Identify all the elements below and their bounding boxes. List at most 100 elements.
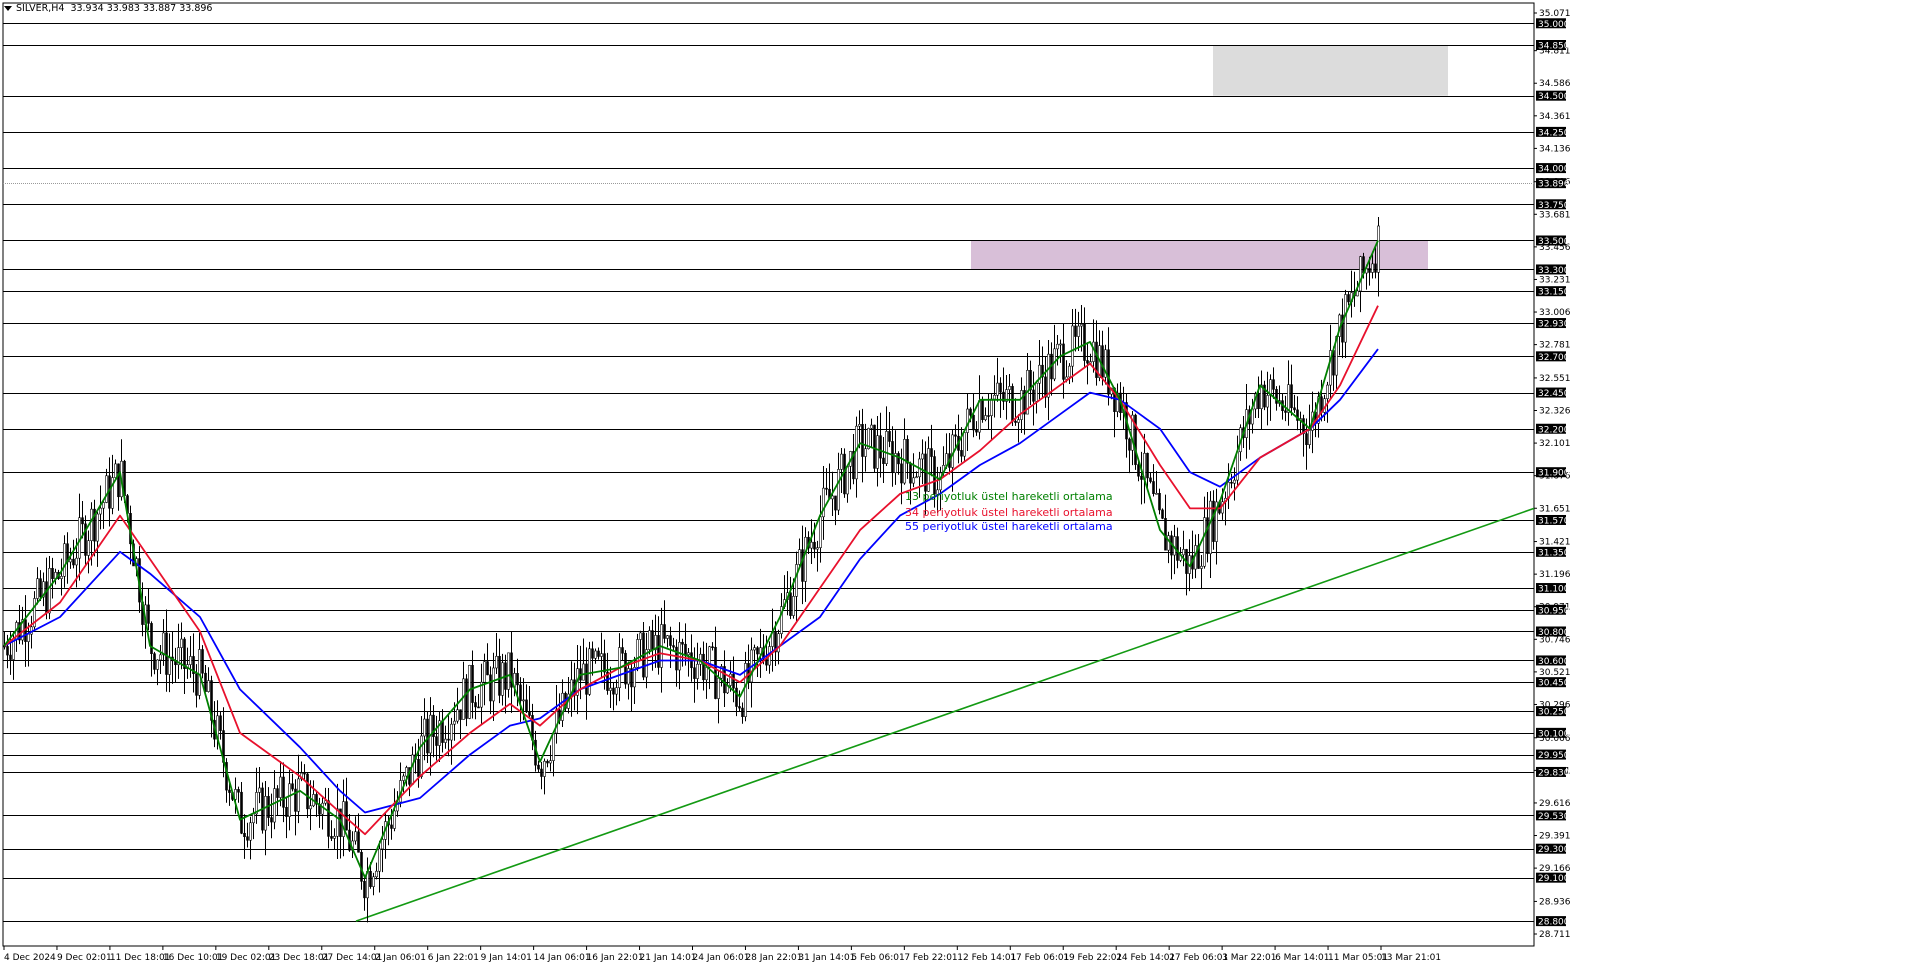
candle-body [792,596,795,616]
candle-body [204,672,207,692]
candle-body [909,462,912,484]
candle-body [321,802,324,815]
candle-body [198,649,201,696]
candle-body [444,738,447,743]
time-tick-label: 24 Jan 06:01 [693,953,750,963]
candle-body [114,463,117,478]
candle-body [972,414,975,431]
candle-body [981,400,984,420]
candle-body [921,453,924,460]
candle-body [837,469,840,511]
price-tick-label: 31.196 [1539,570,1571,580]
candle-body [738,706,741,709]
candle-body [1032,389,1035,402]
time-tick-label: 9 Jan 14:01 [481,953,532,963]
candle-body [1146,452,1149,479]
candle-body [1014,420,1017,423]
level-label: 30.800 [1538,628,1570,638]
candle-body [1368,268,1371,273]
candle-body [489,674,492,702]
triangle-down-icon[interactable] [4,6,12,11]
candle-body [927,448,930,492]
time-tick-label: 16 Dec 10:01 [163,953,224,963]
candle-body [1374,263,1377,273]
candle-body [1152,481,1155,494]
candle-body [27,633,30,642]
candle-body [1071,325,1074,367]
candle-body [471,665,474,703]
candle-body [1047,353,1050,398]
candle-body [864,448,867,457]
level-label: 33.300 [1538,266,1570,276]
candle-body [717,677,720,699]
candle-body [243,832,246,838]
time-tick-label: 14 Jan 06:01 [534,953,591,963]
candle-body [1305,433,1308,445]
candle-body [147,604,150,624]
candle-body [840,453,843,470]
candle-body [1200,565,1203,569]
time-tick-label: 11 Mar 05:01 [1328,953,1388,963]
price-tick-label: 32.781 [1539,341,1571,351]
candle-body [285,807,288,817]
candle-body [657,635,660,668]
candle-body [879,435,882,459]
price-tick-label: 32.101 [1539,439,1571,449]
candle-body [999,382,1002,393]
candle-body [303,772,306,775]
candle-body [51,568,54,579]
legend-ema55: 55 periyotluk üstel hareketli ortalama [905,520,1113,533]
candle-body [1287,384,1290,413]
level-label: 33.150 [1538,288,1570,298]
candle-body [426,718,429,754]
level-label: 33.750 [1538,201,1570,211]
candle-body [1140,475,1143,480]
candle-body [1203,517,1206,567]
candle-body [507,652,510,690]
chart-area[interactable]: 35.07134.81134.58634.36134.13633.90633.6… [0,0,1916,963]
price-tick-label: 30.521 [1539,668,1571,678]
candle-body [912,477,915,484]
price-tick-label: 31.651 [1539,504,1571,514]
candle-body [663,624,666,639]
candle-body [1128,438,1131,451]
candle-body [1272,379,1275,390]
candle-body [1059,343,1062,346]
candle-body [870,424,873,429]
level-label: 35.000 [1538,20,1570,30]
candle-body [1326,384,1329,399]
candle-body [1347,294,1350,303]
time-tick-label: 21 Jan 14:01 [640,953,697,963]
candle-body [603,653,606,673]
candle-body [1164,518,1167,551]
candle-body [402,775,405,781]
candle-body [882,457,885,464]
candle-body [975,429,978,433]
legend-ema13: 13 periyotluk üstel hareketli ortalama [905,490,1113,503]
candle-body [588,648,591,695]
candle-body [369,870,372,887]
candle-body [624,652,627,685]
price-chart[interactable]: 35.07134.81134.58634.36134.13633.90633.6… [0,0,1916,963]
time-tick-label: 19 Feb 22:01 [1063,953,1122,963]
candle-body [456,709,459,722]
candle-body [1176,536,1179,561]
candle-body [102,502,105,509]
level-label: 33.896 [1538,180,1570,190]
candle-body [465,678,468,719]
ohlc-values: 33.934 33.983 33.887 33.896 [70,3,213,14]
candle-body [594,650,597,659]
candle-body [411,754,414,785]
candle-body [705,667,708,681]
legend-ema34: 34 periyotluk üstel hareketli ortalama [905,506,1113,519]
candle-body [930,448,933,457]
candle-body [885,431,888,464]
price-tick-label: 32.551 [1539,374,1571,384]
candle-body [648,630,651,650]
candle-body [180,638,183,648]
plot-frame [2,2,1535,947]
candle-body [450,723,453,741]
time-tick-label: 2 Jan 06:01 [375,953,426,963]
candle-body [189,656,192,665]
candle-body [1011,386,1014,422]
